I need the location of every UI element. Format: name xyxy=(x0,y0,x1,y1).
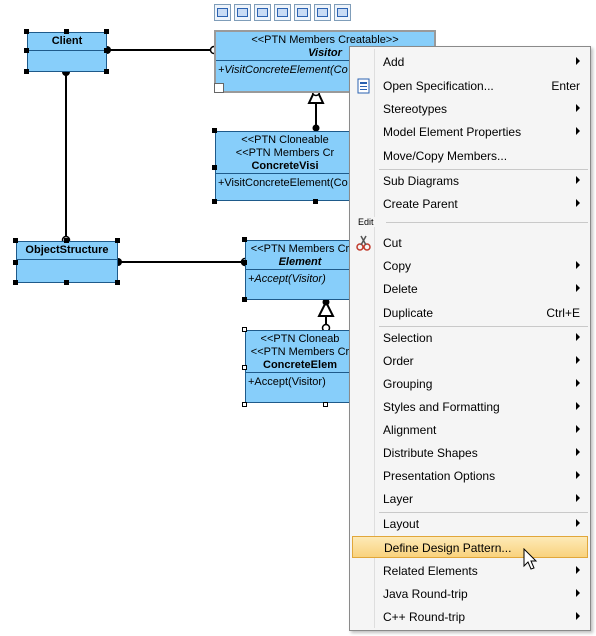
submenu-arrow-icon xyxy=(576,104,580,112)
menu-item-sub-diagrams[interactable]: Sub Diagrams xyxy=(352,170,588,192)
submenu-arrow-icon xyxy=(576,127,580,135)
resize-icon[interactable] xyxy=(274,4,291,21)
submenu-arrow-icon xyxy=(576,333,580,341)
menu-item-java-round-trip[interactable]: Java Round-trip xyxy=(352,583,588,605)
submenu-arrow-icon xyxy=(576,284,580,292)
menu-item-cpp-round-trip[interactable]: C++ Round-trip xyxy=(352,606,588,628)
mouse-cursor-icon xyxy=(523,548,538,570)
menu-item-open-specification[interactable]: Open Specification... Enter xyxy=(352,75,588,97)
menu-item-cut[interactable]: Cut xyxy=(352,232,588,254)
submenu-arrow-icon xyxy=(576,448,580,456)
menu-item-presentation-options[interactable]: Presentation Options xyxy=(352,465,588,487)
class-concrete-element[interactable]: <<PTN Cloneab <<PTN Members Cr ConcreteE… xyxy=(245,330,355,403)
class-operation: +VisitConcreteElement(Co xyxy=(218,177,348,189)
context-menu: Add Open Specification... Enter Stereotyp… xyxy=(349,46,591,631)
menu-item-layout[interactable]: Layout xyxy=(352,513,588,535)
submenu-arrow-icon xyxy=(576,356,580,364)
class-name: Element xyxy=(278,256,322,268)
class-client[interactable]: Client xyxy=(27,32,107,72)
submenu-arrow-icon xyxy=(576,566,580,574)
menu-group-label: Edit xyxy=(358,217,376,227)
submenu-arrow-icon xyxy=(576,612,580,620)
submenu-arrow-icon xyxy=(576,199,580,207)
class-stereotype: <<PTN Members Cr xyxy=(250,346,350,358)
link-icon[interactable] xyxy=(254,4,271,21)
menu-item-related-elements[interactable]: Related Elements xyxy=(352,560,588,582)
class-stereotype: <<PTN Cloneab xyxy=(260,333,340,345)
menu-item-model-element-properties[interactable]: Model Element Properties xyxy=(352,121,588,143)
menu-item-alignment[interactable]: Alignment xyxy=(352,419,588,441)
submenu-arrow-icon xyxy=(576,176,580,184)
submenu-arrow-icon xyxy=(576,57,580,65)
class-element[interactable]: <<PTN Members Cr Element +Accept(Visitor… xyxy=(245,240,355,300)
menu-item-duplicate[interactable]: Duplicate Ctrl+E xyxy=(352,302,588,324)
menu-item-order[interactable]: Order xyxy=(352,350,588,372)
class-operation: +Accept(Visitor) xyxy=(248,273,326,285)
class-object-structure[interactable]: ObjectStructure xyxy=(16,241,118,283)
submenu-arrow-icon xyxy=(576,471,580,479)
menu-item-distribute-shapes[interactable]: Distribute Shapes xyxy=(352,442,588,464)
class-stereotype: <<PTN Members Cr xyxy=(235,147,335,159)
submenu-arrow-icon xyxy=(576,494,580,502)
resize-handle-icon[interactable] xyxy=(214,83,224,93)
submenu-arrow-icon xyxy=(576,379,580,387)
specification-icon xyxy=(356,78,372,94)
class-stereotype: <<PTN Members Cr xyxy=(250,243,350,255)
submenu-arrow-icon xyxy=(576,519,580,527)
class-operation: +Accept(Visitor) xyxy=(248,376,326,388)
menu-item-add[interactable]: Add xyxy=(352,51,588,73)
submenu-arrow-icon xyxy=(576,402,580,410)
3d-box-icon[interactable] xyxy=(334,4,351,21)
arrange-icon[interactable] xyxy=(234,4,251,21)
submenu-arrow-icon xyxy=(576,261,580,269)
menu-item-layer[interactable]: Layer xyxy=(352,488,588,510)
menu-item-create-parent[interactable]: Create Parent xyxy=(352,193,588,215)
menu-item-delete[interactable]: Delete xyxy=(352,278,588,300)
class-name: ConcreteElem xyxy=(263,359,337,371)
scissors-icon xyxy=(356,235,372,251)
menu-item-styles-and-formatting[interactable]: Styles and Formatting xyxy=(352,396,588,418)
menu-item-move-copy-members[interactable]: Move/Copy Members... xyxy=(352,145,588,167)
shape-toolbar xyxy=(214,4,351,24)
class-stereotype: <<PTN Cloneable xyxy=(241,134,329,146)
menu-item-copy[interactable]: Copy xyxy=(352,255,588,277)
menu-item-selection[interactable]: Selection xyxy=(352,327,588,349)
connect-icon[interactable] xyxy=(294,4,311,21)
submenu-arrow-icon xyxy=(576,589,580,597)
submenu-arrow-icon xyxy=(576,425,580,433)
menu-item-grouping[interactable]: Grouping xyxy=(352,373,588,395)
class-name: ConcreteVisi xyxy=(251,160,319,172)
class-name: Client xyxy=(51,35,83,47)
class-concrete-visitor[interactable]: <<PTN Cloneable <<PTN Members Cr Concret… xyxy=(215,131,355,201)
style-icon[interactable] xyxy=(314,4,331,21)
menu-item-stereotypes[interactable]: Stereotypes xyxy=(352,98,588,120)
menu-item-define-design-pattern[interactable]: Define Design Pattern... xyxy=(352,536,588,558)
class-name: ObjectStructure xyxy=(25,244,109,256)
copy-icon[interactable] xyxy=(214,4,231,21)
